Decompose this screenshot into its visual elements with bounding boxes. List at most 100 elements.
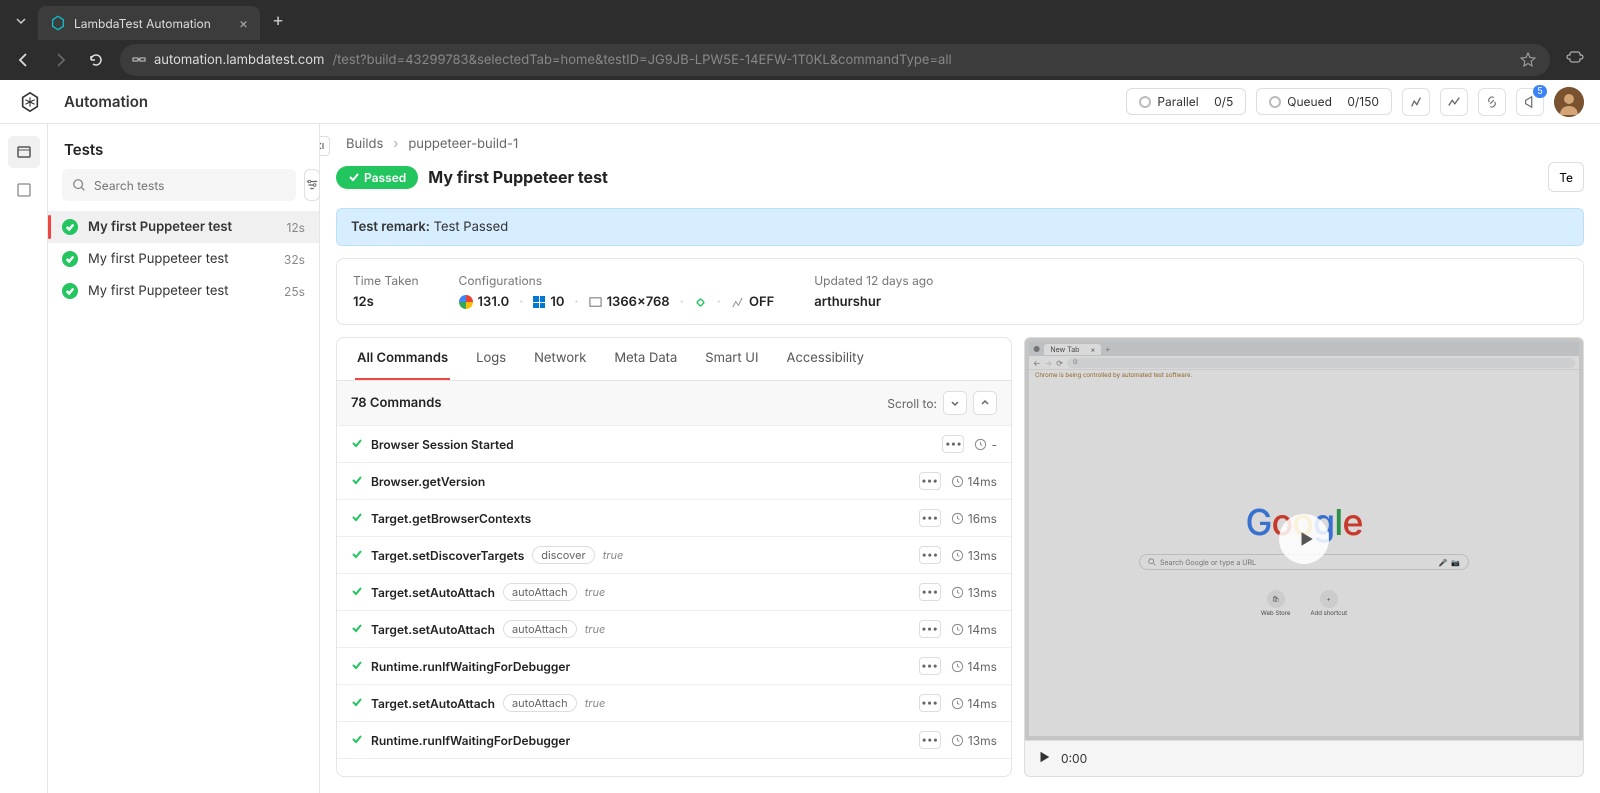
lambdatest-logo-icon[interactable] <box>16 88 44 116</box>
filter-button[interactable] <box>304 169 320 201</box>
command-row[interactable]: Target.setAutoAttachautoAttachtrue•••14m… <box>337 685 1011 722</box>
test-item[interactable]: My first Puppeteer test32s <box>48 243 319 275</box>
command-more-icon[interactable]: ••• <box>919 694 941 712</box>
command-row[interactable]: Browser Session Started•••- <box>337 426 1011 463</box>
command-row[interactable]: Runtime.runIfWaitingForDebugger ••• 14ms <box>337 648 1011 685</box>
command-name: Runtime.runIfWaitingForDebugger <box>371 733 570 748</box>
command-more-icon[interactable]: ••• <box>919 546 941 564</box>
video-controls[interactable]: 0:00 <box>1024 741 1584 777</box>
analytics-icon[interactable] <box>1440 88 1468 116</box>
command-name: Runtime.runIfWaitingForDebugger <box>371 659 570 674</box>
tab-network[interactable]: Network <box>532 338 588 380</box>
check-icon <box>351 622 363 637</box>
link-icon[interactable] <box>1478 88 1506 116</box>
breadcrumb: Builds › puppeteer-build-1 <box>336 136 1584 152</box>
command-more-icon[interactable]: ••• <box>919 731 941 749</box>
updated-user[interactable]: arthurshur <box>814 294 933 310</box>
command-arg: true <box>585 696 606 710</box>
test-remark-banner: Test remark: Test Passed <box>336 208 1584 246</box>
check-icon <box>351 511 363 526</box>
check-icon <box>351 696 363 711</box>
command-more-icon[interactable]: ••• <box>919 583 941 601</box>
command-duration: 13ms <box>951 585 997 600</box>
command-duration: 14ms <box>951 659 997 674</box>
command-more-icon[interactable]: ••• <box>919 657 941 675</box>
command-more-icon[interactable]: ••• <box>919 472 941 490</box>
icon-rail <box>0 124 48 793</box>
command-row[interactable]: Browser.getVersion•••14ms <box>337 463 1011 500</box>
command-duration: 16ms <box>951 511 997 526</box>
test-duration: 12s <box>286 220 305 235</box>
play-icon[interactable] <box>1037 750 1051 767</box>
rail-realtime-icon[interactable] <box>8 174 40 206</box>
video-panel: ● New Tab× + ←→⟳ G Chrome is being contr… <box>1024 337 1584 777</box>
tab-list-dropdown[interactable] <box>8 6 34 34</box>
tunnel-on-icon <box>694 296 707 309</box>
config-label: Configurations <box>459 273 775 288</box>
search-tests-input[interactable] <box>62 169 296 201</box>
video-play-button[interactable] <box>1279 514 1329 564</box>
tab-all-commands[interactable]: All Commands <box>355 338 450 380</box>
command-name: Target.setAutoAttach <box>371 585 495 600</box>
tab-smart-ui[interactable]: Smart UI <box>703 338 760 380</box>
time-taken-label: Time Taken <box>353 273 419 288</box>
announcement-icon[interactable]: 5 <box>1516 88 1544 116</box>
tunnel-off-icon <box>731 296 744 309</box>
windows-icon <box>533 296 545 308</box>
resolution-icon <box>589 296 602 309</box>
command-more-icon[interactable]: ••• <box>942 435 964 453</box>
command-duration: - <box>974 437 997 452</box>
command-row[interactable]: Target.setAutoAttachautoAttachtrue•••14m… <box>337 611 1011 648</box>
test-item[interactable]: My first Puppeteer test12s <box>48 211 319 243</box>
queued-status[interactable]: Queued 0/150 <box>1256 88 1392 115</box>
command-param-pill: discover <box>532 546 594 564</box>
test-item[interactable]: My first Puppeteer test 25s <box>48 275 319 307</box>
command-duration: 14ms <box>951 622 997 637</box>
scroll-up-button[interactable] <box>973 391 997 415</box>
extensions-button[interactable] <box>1562 45 1588 75</box>
command-duration: 14ms <box>951 696 997 711</box>
rail-automation-icon[interactable] <box>8 136 40 168</box>
command-arg: true <box>585 585 606 599</box>
test-duration: 25s <box>284 284 305 299</box>
command-row[interactable]: Runtime.runIfWaitingForDebugger ••• 13ms <box>337 722 1011 759</box>
scroll-down-button[interactable] <box>943 391 967 415</box>
chrome-icon <box>459 295 473 309</box>
command-row[interactable]: Target.getBrowserContexts•••16ms <box>337 500 1011 537</box>
address-bar-row: automation.lambdatest.com/test?build=432… <box>0 40 1600 80</box>
hyperexecute-icon[interactable] <box>1402 88 1430 116</box>
scroll-to-label: Scroll to: <box>887 396 937 411</box>
test-detail-area: Builds › puppeteer-build-1 Passed My fir… <box>320 124 1600 793</box>
tab-title: LambdaTest Automation <box>74 16 211 31</box>
url-path: /test?build=43299783&selectedTab=home&te… <box>332 52 951 68</box>
command-row[interactable]: Target.setDiscoverTargetsdiscovertrue•••… <box>337 537 1011 574</box>
tab-close-icon[interactable]: × <box>239 15 248 32</box>
check-icon <box>351 659 363 674</box>
address-bar[interactable]: automation.lambdatest.com/test?build=432… <box>120 44 1550 76</box>
nav-forward-button[interactable] <box>48 48 72 72</box>
nav-reload-button[interactable] <box>84 48 108 72</box>
test-action-button[interactable]: Te <box>1548 162 1584 192</box>
breadcrumb-builds[interactable]: Builds <box>346 136 383 152</box>
tab-accessibility[interactable]: Accessibility <box>784 338 866 380</box>
video-time: 0:00 <box>1061 751 1087 766</box>
collapse-panel-button[interactable] <box>320 136 330 156</box>
site-info-icon[interactable] <box>132 53 146 67</box>
command-duration: 13ms <box>951 733 997 748</box>
command-more-icon[interactable]: ••• <box>919 620 941 638</box>
url-host: automation.lambdatest.com <box>154 52 324 68</box>
command-row[interactable]: Target.setAutoAttachautoAttachtrue•••13m… <box>337 574 1011 611</box>
tab-meta-data[interactable]: Meta Data <box>612 338 679 380</box>
user-avatar[interactable] <box>1554 87 1584 117</box>
nav-back-button[interactable] <box>12 48 36 72</box>
bookmark-icon[interactable] <box>1518 50 1538 70</box>
tests-panel: Tests My first Puppeteer test12sMy first… <box>48 124 320 793</box>
test-name: My first Puppeteer test <box>88 283 274 299</box>
tab-logs[interactable]: Logs <box>474 338 508 380</box>
new-tab-button[interactable]: + <box>264 6 292 35</box>
test-duration: 32s <box>284 252 305 267</box>
command-more-icon[interactable]: ••• <box>919 509 941 527</box>
browser-tab[interactable]: LambdaTest Automation × <box>38 6 260 40</box>
video-frame[interactable]: ● New Tab× + ←→⟳ G Chrome is being contr… <box>1024 337 1584 741</box>
parallel-status[interactable]: Parallel 0/5 <box>1126 88 1246 115</box>
